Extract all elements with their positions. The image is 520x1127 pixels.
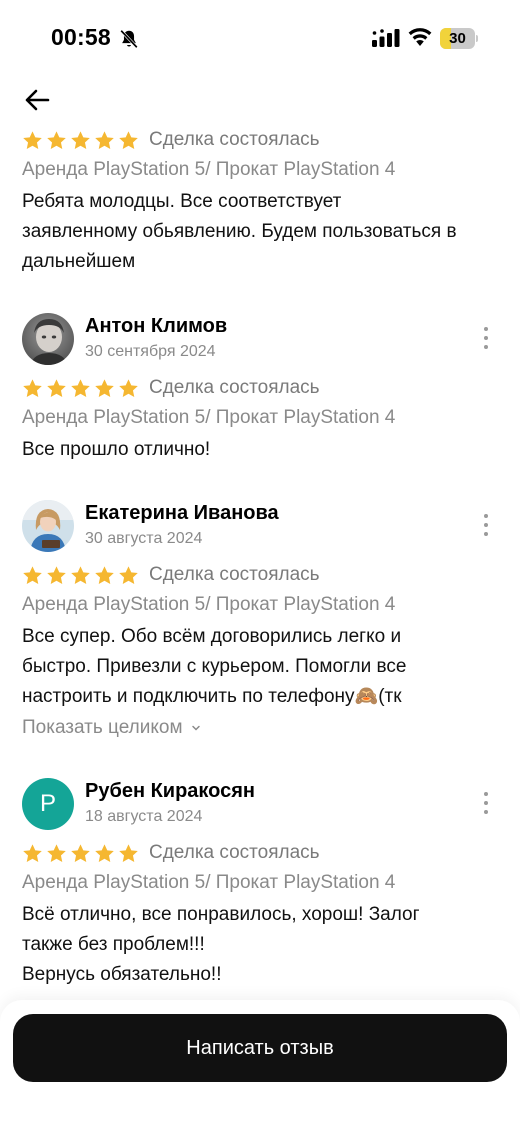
star-icon	[119, 565, 138, 584]
battery-indicator: 30	[440, 28, 478, 49]
listing-title: Аренда PlayStation 5/ Прокат PlayStation…	[22, 594, 396, 615]
review-header: Р Рубен Киракосян 18 августа 2024	[22, 778, 498, 838]
star-icon	[47, 378, 66, 397]
more-dot	[484, 514, 488, 518]
star-icon	[23, 843, 42, 862]
review-card: Сделка состоялась Аренда PlayStation 5/ …	[0, 125, 520, 277]
star-icon	[71, 130, 90, 149]
star-icon	[47, 843, 66, 862]
author-avatar[interactable]: Р	[22, 778, 74, 830]
author-name[interactable]: Антон Климов	[85, 315, 227, 338]
bell-muted-icon	[120, 29, 138, 49]
write-review-label: Написать отзыв	[186, 1036, 334, 1059]
star-rating	[22, 378, 139, 399]
author-name[interactable]: Рубен Киракосян	[85, 780, 255, 803]
rating-row: Сделка состоялась	[22, 560, 498, 590]
reviews-list: Сделка состоялась Аренда PlayStation 5/ …	[0, 125, 520, 990]
listing-title: Аренда PlayStation 5/ Прокат PlayStation…	[22, 872, 396, 893]
more-options-button[interactable]	[478, 510, 494, 540]
star-rating	[22, 130, 139, 151]
more-dot	[484, 345, 488, 349]
more-dot	[484, 523, 488, 527]
star-icon	[95, 378, 114, 397]
more-dot	[484, 810, 488, 814]
photo-woman-icon	[22, 500, 74, 552]
review-header: Екатерина Иванова 30 августа 2024	[22, 500, 498, 560]
signal-icon	[372, 29, 400, 47]
status-time: 00:58	[51, 24, 111, 50]
show-more-label: Показать целиком	[22, 717, 183, 738]
more-options-button[interactable]	[478, 788, 494, 818]
author-avatar[interactable]	[22, 313, 74, 365]
star-icon	[71, 565, 90, 584]
listing-title: Аренда PlayStation 5/ Прокат PlayStation…	[22, 407, 396, 428]
more-dot	[484, 336, 488, 340]
star-icon	[23, 130, 42, 149]
star-icon	[95, 565, 114, 584]
chevron-down-icon	[191, 725, 200, 731]
photo-man-icon	[22, 313, 74, 365]
star-icon	[47, 130, 66, 149]
review-header: Антон Климов 30 сентября 2024	[22, 313, 498, 373]
bottom-action-panel: Написать отзыв	[0, 1000, 520, 1127]
listing-title: Аренда PlayStation 5/ Прокат PlayStation…	[22, 159, 396, 180]
deal-status: Сделка состоялась	[149, 129, 320, 150]
star-icon	[95, 843, 114, 862]
arrow-left-icon	[25, 89, 50, 111]
review-date: 18 августа 2024	[85, 808, 203, 825]
star-rating	[22, 565, 139, 586]
star-icon	[119, 843, 138, 862]
more-dot	[484, 792, 488, 796]
deal-status: Сделка состоялась	[149, 564, 320, 585]
more-dot	[484, 801, 488, 805]
review-text: Ребята молодцы. Все соответствует заявле…	[22, 191, 457, 272]
review-text: Всё отлично, все понравилось, хорош! Зал…	[22, 904, 420, 985]
review-text: Все прошло отлично!	[22, 439, 211, 460]
review-text: Все супер. Обо всём договорились легко и…	[22, 626, 407, 707]
status-bar: 00:58 30	[0, 0, 520, 78]
star-icon	[95, 130, 114, 149]
star-icon	[119, 378, 138, 397]
review-date: 30 сентября 2024	[85, 343, 216, 360]
deal-status: Сделка состоялась	[149, 842, 320, 863]
review-card: Екатерина Иванова 30 августа 2024 Сделка…	[0, 500, 520, 744]
more-options-button[interactable]	[478, 323, 494, 353]
star-icon	[71, 843, 90, 862]
star-icon	[71, 378, 90, 397]
rating-row: Сделка состоялась	[22, 373, 498, 403]
rating-row: Сделка состоялась	[22, 125, 498, 155]
avatar-letter: Р	[39, 790, 56, 817]
author-name[interactable]: Екатерина Иванова	[85, 502, 279, 525]
star-rating	[22, 843, 139, 864]
wifi-icon	[408, 28, 432, 46]
star-icon	[119, 130, 138, 149]
rating-row: Сделка состоялась	[22, 838, 498, 868]
star-icon	[23, 378, 42, 397]
write-review-button[interactable]: Написать отзыв	[13, 1014, 507, 1082]
more-dot	[484, 532, 488, 536]
star-icon	[23, 565, 42, 584]
back-button[interactable]	[20, 84, 54, 116]
review-card: Антон Климов 30 сентября 2024 Сделка сос…	[0, 313, 520, 465]
deal-status: Сделка состоялась	[149, 377, 320, 398]
battery-level: 30	[449, 30, 466, 47]
review-card: Р Рубен Киракосян 18 августа 2024 Сделка…	[0, 778, 520, 990]
review-date: 30 августа 2024	[85, 530, 203, 547]
show-more-link[interactable]: Показать целиком	[22, 712, 498, 744]
star-icon	[47, 565, 66, 584]
author-avatar[interactable]	[22, 500, 74, 552]
more-dot	[484, 327, 488, 331]
